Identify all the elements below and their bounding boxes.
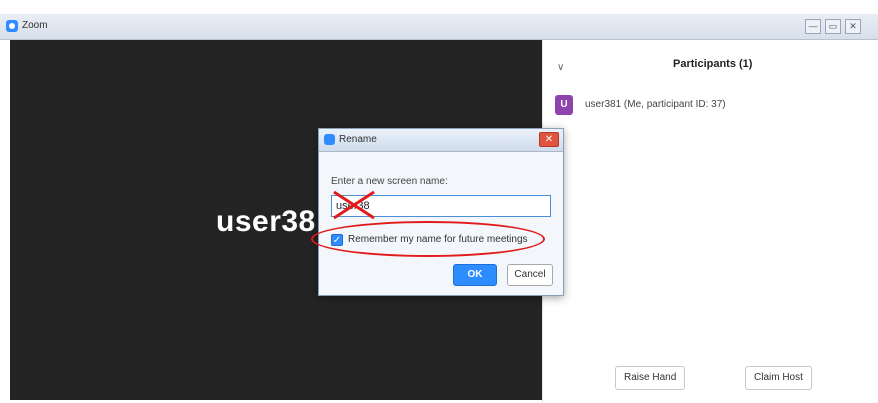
participant-name: user381 (Me, participant ID: 37): [585, 99, 726, 110]
window-title: Zoom: [22, 20, 48, 31]
participants-title: Participants (1): [673, 58, 753, 70]
close-icon[interactable]: ✕: [845, 19, 861, 34]
minimize-icon[interactable]: —: [805, 19, 821, 34]
maximize-icon[interactable]: ▭: [825, 19, 841, 34]
zoom-logo-icon: [324, 134, 335, 145]
rename-dialog: Rename ✕ Enter a new screen name: ✓ Reme…: [318, 128, 564, 296]
avatar: U: [555, 95, 573, 115]
raise-hand-button[interactable]: Raise Hand: [615, 366, 686, 390]
claim-host-button[interactable]: Claim Host: [745, 366, 812, 390]
zoom-logo-icon: [6, 20, 18, 32]
cancel-button[interactable]: Cancel: [507, 264, 553, 286]
screen-name-input[interactable]: [331, 195, 551, 217]
close-icon[interactable]: ✕: [539, 132, 559, 147]
participants-panel: ∨ Participants (1) U user381 (Me, partic…: [542, 40, 878, 403]
chevron-down-icon[interactable]: ∨: [557, 62, 564, 73]
video-display-name: user38: [216, 205, 316, 238]
dialog-title-bar: Rename ✕: [319, 129, 563, 152]
window-title-bar: Zoom — ▭ ✕: [0, 14, 878, 40]
ok-button[interactable]: OK: [453, 264, 497, 286]
dialog-title: Rename: [339, 134, 377, 145]
remember-name-label[interactable]: Remember my name for future meetings: [348, 234, 528, 245]
rename-prompt: Enter a new screen name:: [331, 176, 448, 187]
remember-name-checkbox[interactable]: ✓: [331, 234, 343, 246]
